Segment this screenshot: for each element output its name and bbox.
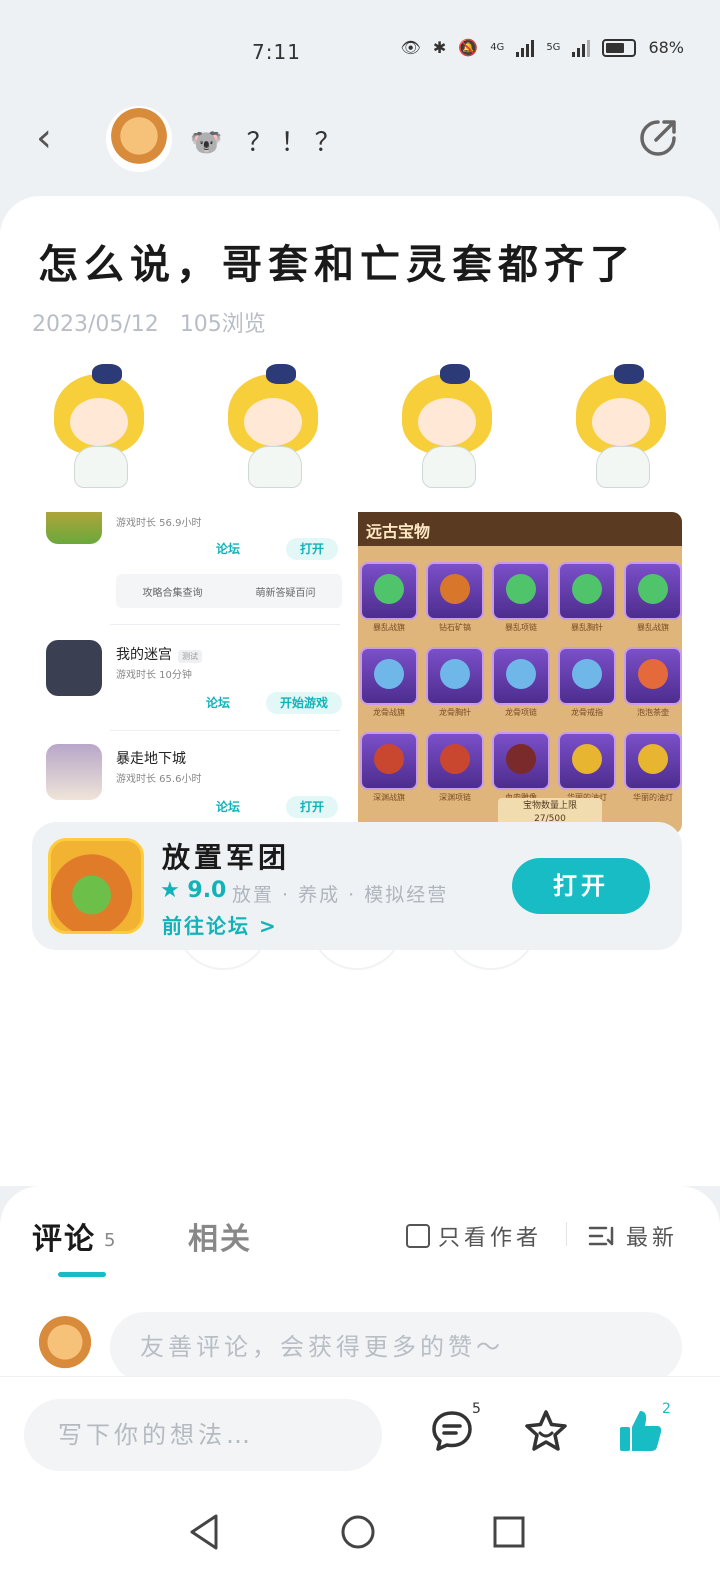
status-time: 7:11	[252, 40, 301, 64]
post-image[interactable]: 游戏时长 56.9小时 论坛 打开 攻略合集查询 萌新答疑百问 我的迷宫 测试 游…	[40, 512, 682, 834]
list-item: 游戏时长 56.9小时 论坛 打开 攻略合集查询 萌新答疑百问	[46, 512, 346, 632]
home-nav-icon[interactable]	[338, 1512, 378, 1552]
like-badge: 2	[662, 1401, 671, 1417]
treasure-header: 远古宝物	[358, 512, 682, 546]
eye-icon: 👁	[400, 38, 421, 57]
open-pill: 打开	[286, 796, 339, 818]
forum-link: 论坛	[206, 696, 231, 710]
network-4g: 4G	[490, 42, 505, 53]
status-icons: 👁 ✱ 🔕 4G 5G 68%	[401, 38, 684, 57]
post-card: 怎么说，哥套和亡灵套都齐了 2023/05/12 105浏览 游戏时长 56.9…	[0, 196, 720, 1186]
sticker-image	[214, 364, 332, 489]
forum-link: 论坛	[216, 800, 241, 814]
tab-comments[interactable]: 评论 5	[32, 1214, 117, 1258]
bottom-bar: 写下你的想法… 5 2	[0, 1376, 720, 1485]
back-nav-icon[interactable]	[186, 1512, 222, 1552]
game-name: 暴走地下城	[116, 751, 186, 767]
mute-icon: 🔕	[458, 38, 479, 57]
sticker-row	[40, 364, 680, 494]
open-game-button[interactable]: 打开	[512, 858, 650, 914]
post-meta: 2023/05/12 105浏览	[32, 306, 280, 338]
sort-toggle[interactable]: 最新	[588, 1220, 678, 1252]
play-time: 游戏时长 10分钟	[116, 670, 192, 681]
game-name: 放置军团	[162, 841, 291, 874]
post-title: 怎么说，哥套和亡灵套都齐了	[38, 241, 636, 288]
active-tab-indicator	[58, 1272, 106, 1277]
sticker-image	[388, 364, 506, 489]
play-time: 游戏时长 56.9小时	[116, 518, 202, 529]
faq-item: 萌新答疑百问	[255, 587, 316, 599]
faq-bar: 攻略合集查询 萌新答疑百问	[116, 574, 342, 608]
signal-icon	[516, 39, 535, 57]
comment-badge: 5	[472, 1401, 481, 1417]
game-icon	[48, 838, 144, 934]
top-nav: ‹ 🐨 ？！？	[0, 100, 720, 190]
tab-related[interactable]: 相关	[188, 1214, 252, 1258]
system-nav	[0, 1484, 720, 1584]
battery-level: 68%	[648, 38, 684, 57]
checkbox-icon	[406, 1224, 430, 1248]
play-time: 游戏时长 65.6小时	[116, 774, 202, 785]
game-tags: 放置 · 养成 · 模拟经营	[232, 884, 449, 906]
forum-link[interactable]: 前往论坛 >	[162, 910, 278, 939]
sort-icon	[588, 1226, 614, 1246]
author-avatar[interactable]	[106, 106, 172, 172]
list-item: 暴走地下城 游戏时长 65.6小时 论坛 打开	[46, 744, 346, 834]
share-icon[interactable]	[636, 116, 680, 160]
signal-icon-2	[572, 39, 591, 57]
treasure-grid: 暴乱战旗 钻石矿镐 暴乱项链 暴乱胸针 暴乱战旗 龙骨战旗 龙骨胸针 龙骨项链 …	[360, 562, 682, 803]
network-5g: 5G	[546, 42, 561, 53]
back-icon[interactable]: ‹	[36, 118, 76, 158]
author-only-toggle[interactable]: 只看作者	[406, 1220, 542, 1252]
forum-link: 论坛	[216, 542, 241, 556]
game-name: 我的迷宫 测试	[116, 644, 202, 664]
maze-game-icon	[46, 640, 102, 696]
comment-input[interactable]: 友善评论，会获得更多的赞～	[110, 1312, 682, 1382]
sticker-image	[562, 364, 680, 489]
recents-nav-icon[interactable]	[492, 1512, 526, 1552]
comments-section: 评论 5 相关 只看作者 最新 友善评论，会获得更多的赞～	[0, 1186, 720, 1386]
game-list-screenshot: 游戏时长 56.9小时 论坛 打开 攻略合集查询 萌新答疑百问 我的迷宫 测试 游…	[40, 512, 358, 834]
list-item: 我的迷宫 测试 游戏时长 10分钟 论坛 开始游戏	[46, 640, 346, 740]
thought-input[interactable]: 写下你的想法…	[24, 1399, 382, 1471]
user-avatar	[36, 1316, 94, 1374]
bluetooth-icon: ✱	[432, 38, 447, 57]
game-rating: ★ 9.0	[160, 878, 227, 903]
post-views: 105浏览	[179, 312, 266, 337]
start-game-pill: 开始游戏	[266, 692, 343, 714]
game-icon	[46, 744, 102, 800]
star-icon[interactable]	[522, 1407, 570, 1455]
battery-icon	[602, 38, 637, 57]
post-date: 2023/05/12	[32, 312, 159, 337]
game-card[interactable]: 放置军团 ★ 9.0 放置 · 养成 · 模拟经营 前往论坛 > 打开	[32, 822, 682, 950]
faq-item: 攻略合集查询	[142, 587, 203, 599]
comment-icon[interactable]	[428, 1407, 476, 1455]
author-name[interactable]: 🐨 ？！？	[190, 122, 349, 159]
status-bar: 7:11 👁 ✱ 🔕 4G 5G 68%	[0, 0, 720, 100]
treasure-screenshot: 远古宝物 暴乱战旗 钻石矿镐 暴乱项链 暴乱胸针 暴乱战旗 龙骨战旗 龙骨胸针 …	[358, 512, 682, 834]
comment-count: 5	[104, 1230, 118, 1251]
sticker-image	[40, 364, 158, 489]
thumbs-up-icon[interactable]	[616, 1407, 664, 1455]
game-icon	[46, 512, 102, 544]
open-pill: 打开	[286, 538, 339, 560]
